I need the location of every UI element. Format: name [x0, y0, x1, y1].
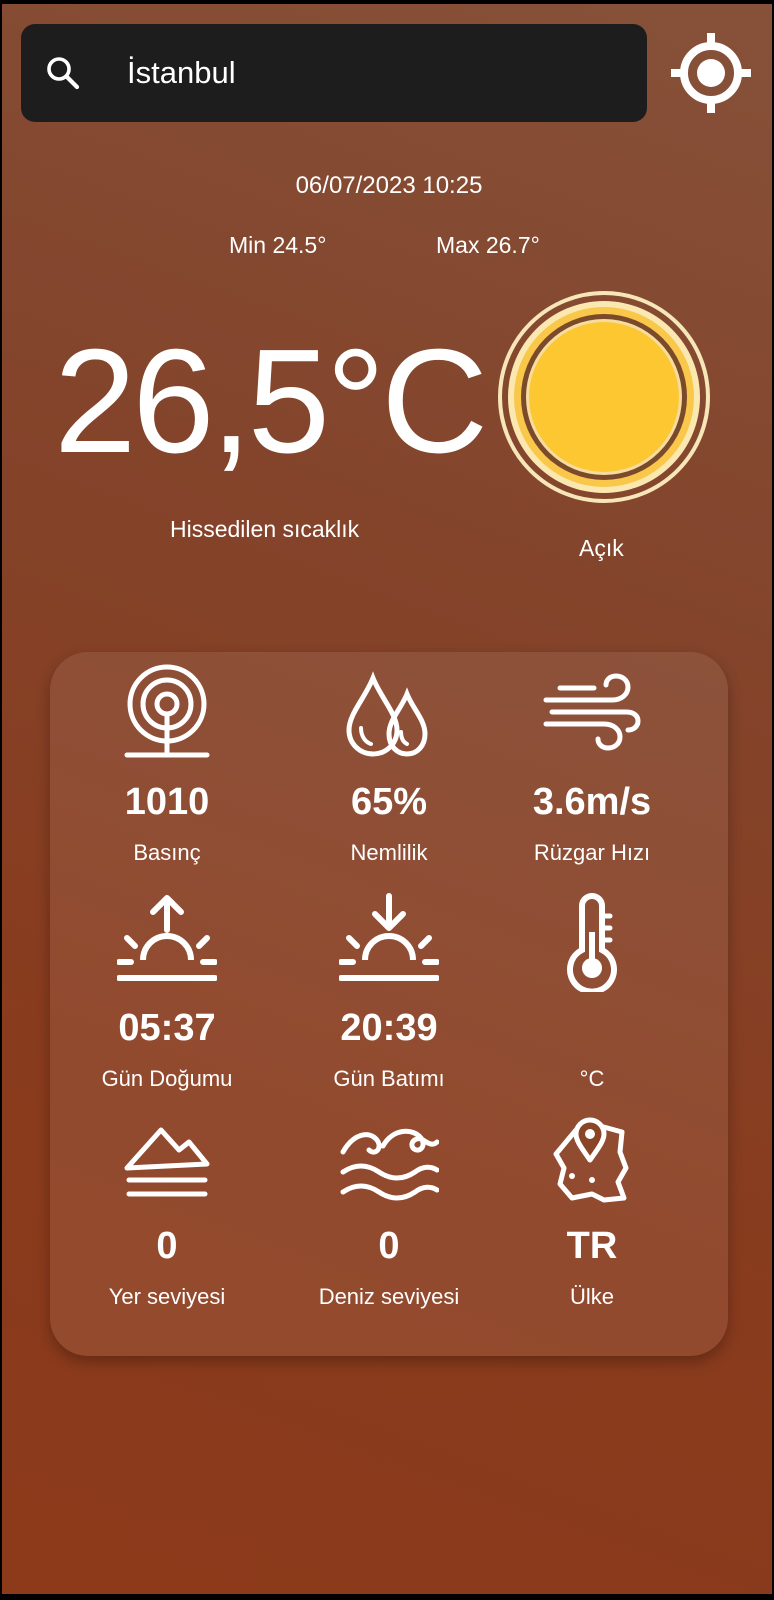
sea-level-icon [340, 1128, 439, 1201]
date-time: 06/07/2023 10:25 [295, 172, 483, 199]
sunset-icon [339, 893, 439, 981]
sunrise-value: 05:37 [118, 1007, 216, 1049]
min-temperature: Min 24.5° [229, 232, 327, 258]
thermometer-icon [567, 893, 617, 992]
condition-label: Açık [579, 535, 624, 561]
ground-level-label: Yer seviyesi [108, 1284, 226, 1309]
country-label: Ülke [569, 1284, 614, 1309]
detail-pressure: 1010 Basınç [57, 652, 277, 882]
detail-temperature-unit: °C [482, 882, 702, 1112]
ground-level-value: 0 [156, 1225, 178, 1267]
detail-sea-level: 0 Deniz seviyesi [279, 1112, 499, 1342]
search-input[interactable]: İstanbul [127, 56, 236, 90]
sea-level-label: Deniz seviyesi [318, 1284, 460, 1309]
search-bar[interactable]: İstanbul [21, 24, 647, 122]
detail-ground-level: 0 Yer seviyesi [57, 1112, 277, 1342]
wind-value: 3.6m/s [532, 781, 652, 823]
pressure-label: Basınç [133, 840, 201, 865]
search-icon[interactable] [45, 55, 81, 91]
feels-like-label: Hissedilen sıcaklık [170, 516, 360, 542]
sunset-label: Gün Batımı [333, 1066, 445, 1091]
wind-icon [543, 673, 641, 751]
barometer-icon [124, 664, 210, 758]
country-value: TR [566, 1225, 618, 1267]
sunrise-label: Gün Doğumu [101, 1066, 233, 1091]
weather-details-card: 1010 Basınç 65% Nemlilik 3.6m/s Rüzgar H… [50, 652, 728, 1356]
pressure-value: 1010 [124, 781, 210, 823]
humidity-drops-icon [346, 671, 428, 757]
detail-country: TR Ülke [482, 1112, 702, 1342]
weather-screen: İstanbul 06/07/2023 10:25 Min 24.5° Max … [0, 0, 774, 1600]
wind-label: Rüzgar Hızı [533, 840, 651, 865]
max-temperature: Max 26.7° [436, 232, 540, 258]
humidity-label: Nemlilik [350, 840, 428, 865]
sun-icon [498, 291, 710, 503]
detail-wind: 3.6m/s Rüzgar Hızı [482, 652, 702, 882]
sunrise-icon [117, 895, 217, 981]
detail-humidity: 65% Nemlilik [279, 652, 499, 882]
gps-crosshair-icon[interactable] [669, 31, 753, 115]
temperature-unit-label: °C [579, 1066, 605, 1091]
country-map-icon [553, 1117, 629, 1203]
ground-level-icon [124, 1127, 210, 1197]
sea-level-value: 0 [378, 1225, 400, 1267]
detail-sunrise: 05:37 Gün Doğumu [57, 882, 277, 1112]
detail-sunset: 20:39 Gün Batımı [279, 882, 499, 1112]
current-temperature: 26,5°C [54, 319, 488, 484]
sunset-value: 20:39 [340, 1007, 438, 1049]
humidity-value: 65% [350, 781, 428, 823]
